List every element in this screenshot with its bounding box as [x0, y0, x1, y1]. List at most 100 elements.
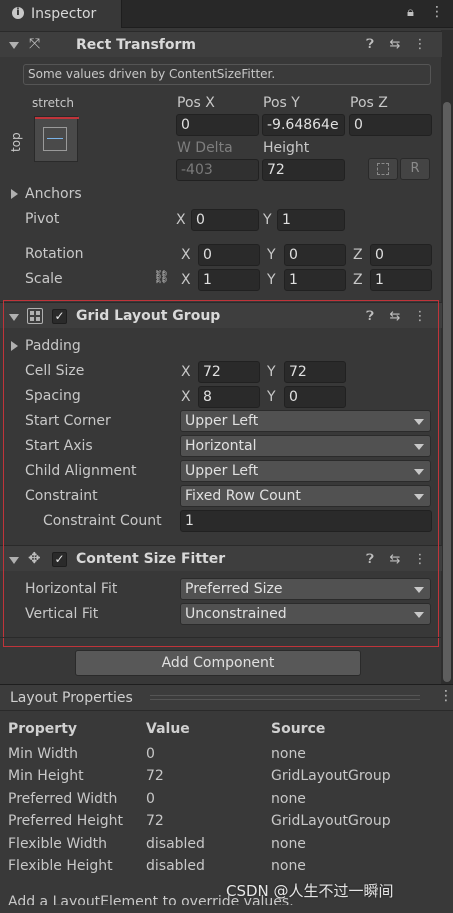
scale-label: Scale [25, 271, 63, 287]
cell-y-axis: Y [267, 364, 276, 380]
col-header-value: Value [146, 721, 190, 737]
table-row-source: none [271, 836, 306, 852]
padding-fold-icon[interactable] [11, 341, 18, 351]
pos-y-field[interactable]: -9.64864e [262, 114, 345, 136]
help-icon[interactable]: ❓︎ [362, 552, 378, 568]
chevron-down-icon [414, 612, 424, 618]
watermark: CSDN @人生不过一瞬间 [226, 882, 394, 900]
scale-x-field[interactable]: 1 [198, 269, 260, 291]
fold-arrow-icon[interactable] [9, 314, 19, 321]
grid-layout-enabled-checkbox[interactable]: ✓ [52, 309, 67, 324]
rot-y-field[interactable]: 0 [284, 244, 346, 266]
anchor-preset-button[interactable] [34, 116, 79, 162]
fold-arrow-icon[interactable] [9, 42, 19, 49]
component-menu-icon[interactable]: ⋮ [412, 37, 428, 53]
pivot-x-field[interactable]: 0 [191, 209, 259, 231]
vertical-fit-dropdown[interactable]: Unconstrained [180, 603, 431, 625]
anchors-fold-icon[interactable] [11, 189, 18, 199]
spacing-y-field[interactable]: 0 [284, 386, 346, 408]
vertical-fit-label: Vertical Fit [25, 606, 99, 622]
anchor-preset-icon [43, 127, 67, 151]
content-size-fitter-enabled-checkbox[interactable]: ✓ [52, 552, 67, 567]
help-icon[interactable]: ❓︎ [362, 309, 378, 325]
rot-x-field[interactable]: 0 [198, 244, 260, 266]
scale-y-field[interactable]: 1 [284, 269, 346, 291]
col-header-source: Source [271, 721, 326, 737]
pos-z-field[interactable]: 0 [349, 114, 432, 136]
start-corner-value: Upper Left [185, 413, 259, 429]
anchor-h-label: stretch [32, 96, 74, 110]
scrollbar-thumb[interactable] [443, 102, 451, 682]
child-alignment-value: Upper Left [185, 463, 259, 479]
tab-inspector[interactable]: i Inspector [0, 0, 122, 28]
child-alignment-label: Child Alignment [25, 463, 137, 479]
layout-properties-menu-icon[interactable]: ⋮ [439, 688, 453, 704]
layout-properties-header[interactable]: Layout Properties ⋮ [0, 685, 453, 711]
constraint-dropdown[interactable]: Fixed Row Count [180, 485, 431, 507]
component-menu-icon[interactable]: ⋮ [412, 309, 428, 325]
rect-transform-icon: ⤧ [29, 36, 41, 52]
table-row-property: Flexible Height [8, 858, 113, 874]
start-axis-label: Start Axis [25, 438, 93, 454]
table-row-source: none [271, 858, 306, 874]
rot-x-axis: X [181, 247, 191, 263]
start-axis-dropdown[interactable]: Horizontal [180, 435, 431, 457]
rotation-label: Rotation [25, 246, 84, 262]
add-component-button[interactable]: Add Component [75, 650, 361, 676]
table-row-property: Min Height [8, 768, 84, 784]
tab-menu-icon[interactable]: ⋮ [430, 4, 444, 20]
driven-info-box: Some values driven by ContentSizeFitter. [23, 64, 431, 85]
fold-arrow-icon[interactable] [9, 557, 19, 564]
padding-label[interactable]: Padding [25, 336, 81, 356]
spacing-x-field[interactable]: 8 [198, 386, 260, 408]
anchors-label[interactable]: Anchors [25, 184, 82, 204]
grid-layout-header[interactable]: ✓ Grid Layout Group ❓︎ ⇆ ⋮ [0, 302, 442, 328]
start-corner-dropdown[interactable]: Upper Left [180, 410, 431, 432]
constraint-label: Constraint [25, 488, 98, 504]
component-menu-icon[interactable]: ⋮ [412, 552, 428, 568]
content-size-fitter-header[interactable]: ✥ ✓ Content Size Fitter ❓︎ ⇆ ⋮ [0, 545, 442, 571]
scale-z-field[interactable]: 1 [370, 269, 432, 291]
horizontal-fit-label: Horizontal Fit [25, 581, 118, 597]
pos-y-label: Pos Y [263, 95, 300, 111]
rect-transform-header[interactable]: ⤧ Rect Transform ❓︎ ⇆ ⋮ [0, 31, 442, 57]
chevron-down-icon [414, 444, 424, 450]
header-grip [150, 695, 420, 700]
lock-icon[interactable]: 🔒︎ [407, 5, 414, 20]
table-row-property: Preferred Height [8, 813, 123, 829]
pivot-y-field[interactable]: 1 [277, 209, 345, 231]
chevron-down-icon [414, 587, 424, 593]
table-row-source: GridLayoutGroup [271, 768, 391, 784]
constraint-count-field[interactable]: 1 [180, 510, 432, 532]
help-icon[interactable]: ❓︎ [362, 37, 378, 53]
constrain-link-icon[interactable]: ⛓︎ [153, 270, 170, 285]
child-alignment-dropdown[interactable]: Upper Left [180, 460, 431, 482]
preset-icon[interactable]: ⇆ [387, 552, 403, 568]
scale-x-axis: X [181, 272, 191, 288]
height-field[interactable]: 72 [262, 159, 345, 181]
spacing-y-axis: Y [267, 389, 276, 405]
cell-x-field[interactable]: 72 [198, 361, 260, 383]
chevron-down-icon [414, 469, 424, 475]
raw-edit-button[interactable]: R [400, 158, 430, 180]
cell-y-field[interactable]: 72 [284, 361, 346, 383]
preset-icon[interactable]: ⇆ [387, 37, 403, 53]
tab-bar: i Inspector 🔒︎ ⋮ [0, 0, 453, 28]
blueprint-button[interactable] [368, 158, 398, 180]
cell-x-axis: X [181, 364, 191, 380]
table-row-value: 0 [146, 746, 155, 762]
scrollbar-track[interactable] [441, 30, 453, 685]
horizontal-fit-dropdown[interactable]: Preferred Size [180, 578, 431, 600]
preset-icon[interactable]: ⇆ [387, 309, 403, 325]
spacing-label: Spacing [25, 388, 81, 404]
pivot-label: Pivot [25, 211, 60, 227]
scale-y-axis: Y [267, 272, 276, 288]
pos-x-field[interactable]: 0 [176, 114, 259, 136]
pos-z-label: Pos Z [350, 95, 388, 111]
rot-z-field[interactable]: 0 [370, 244, 432, 266]
tab-title: Inspector [31, 6, 97, 22]
w-delta-label: W Delta [177, 140, 233, 156]
table-row-property: Preferred Width [8, 791, 118, 807]
table-row-value: disabled [146, 836, 205, 852]
constraint-count-label: Constraint Count [43, 513, 162, 529]
